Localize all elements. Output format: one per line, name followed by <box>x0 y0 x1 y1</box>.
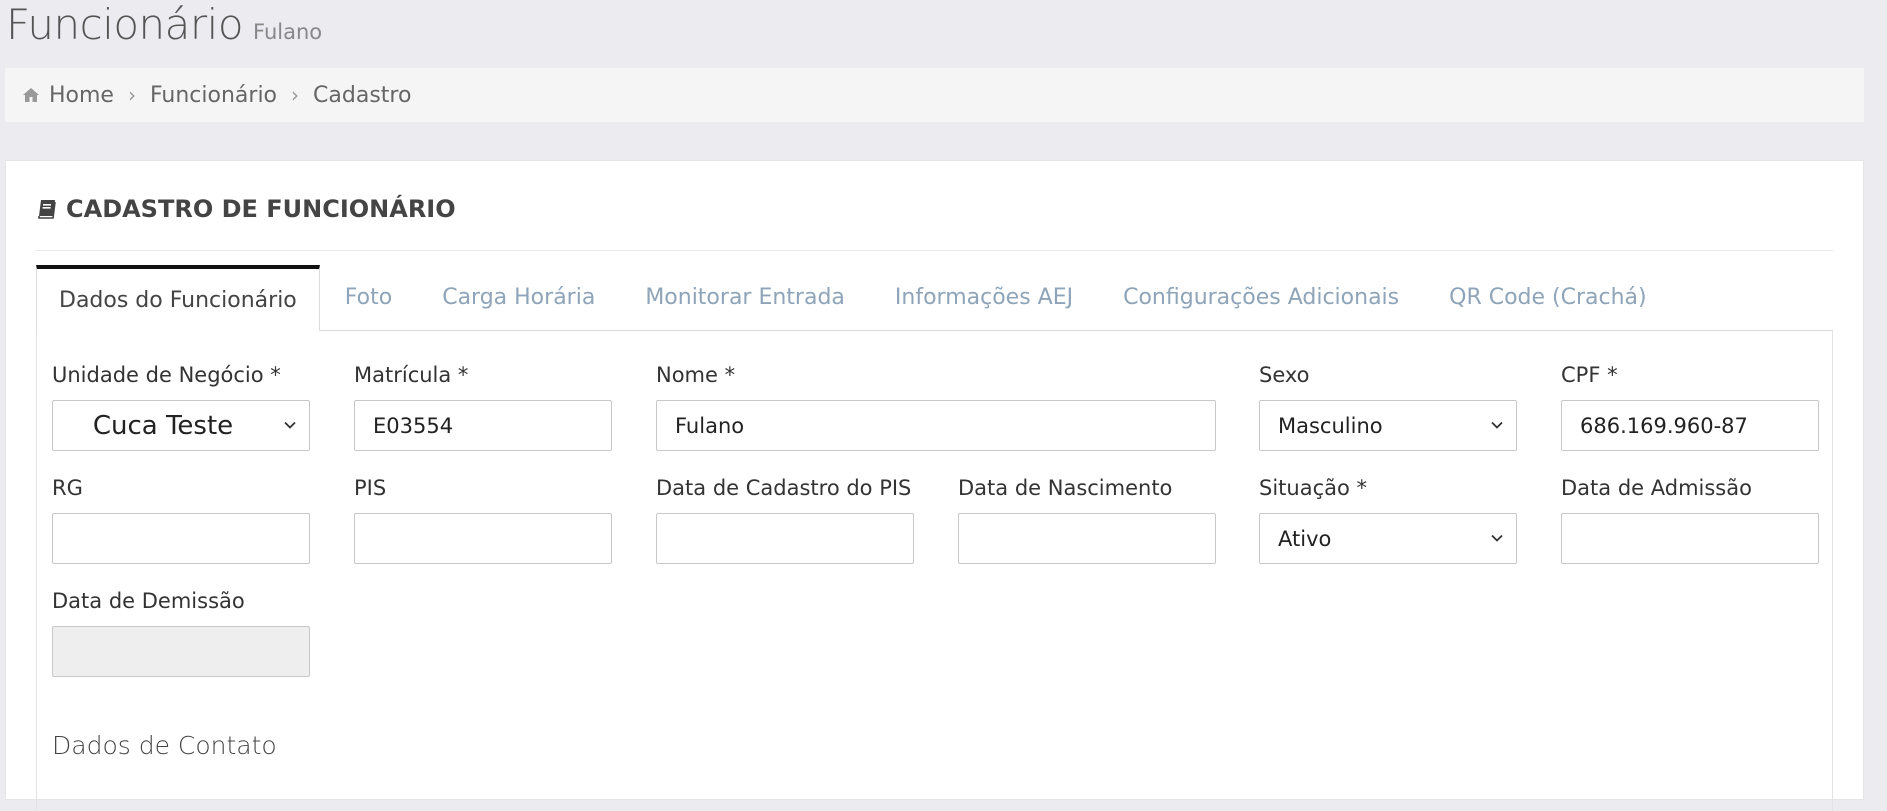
breadcrumb-home[interactable]: Home <box>49 83 114 108</box>
breadcrumb: Home › Funcionário › Cadastro <box>5 68 1864 122</box>
panel-title: CADASTRO DE FUNCIONÁRIO <box>36 195 456 223</box>
unidade-label: Unidade de Negócio * <box>52 363 281 387</box>
tab-carga-horaria[interactable]: Carga Horária <box>417 265 620 330</box>
sexo-select[interactable]: Masculino <box>1259 400 1517 451</box>
panel-title-text: CADASTRO DE FUNCIONÁRIO <box>66 195 456 223</box>
field-rg: RG <box>52 473 310 564</box>
chevron-down-icon <box>1491 534 1503 542</box>
home-icon <box>23 88 39 102</box>
pis-label: PIS <box>354 476 387 500</box>
nome-input[interactable]: Fulano <box>656 400 1216 451</box>
tab-monitorar-entrada[interactable]: Monitorar Entrada <box>620 265 870 330</box>
tab-informacoes-aej[interactable]: Informações AEJ <box>870 265 1098 330</box>
field-data-admissao: Data de Admissão <box>1561 473 1819 564</box>
situacao-value: Ativo <box>1278 526 1332 551</box>
chevron-down-icon <box>284 421 296 429</box>
field-matricula: Matrícula * E03554 <box>354 360 612 451</box>
data-admissao-label: Data de Admissão <box>1561 476 1752 500</box>
pis-input[interactable] <box>354 513 612 564</box>
sexo-label: Sexo <box>1259 363 1310 387</box>
field-data-nascimento: Data de Nascimento <box>958 473 1216 564</box>
data-cadastro-pis-label: Data de Cadastro do PIS <box>656 476 912 500</box>
data-admissao-input[interactable] <box>1561 513 1819 564</box>
book-icon <box>38 200 56 219</box>
data-cadastro-pis-input[interactable] <box>656 513 914 564</box>
field-data-demissao: Data de Demissão <box>52 586 310 677</box>
tab-qr-code[interactable]: QR Code (Crachá) <box>1424 265 1671 330</box>
panel-divider <box>36 250 1833 251</box>
cpf-input[interactable]: 686.169.960-87 <box>1561 400 1819 451</box>
tab-foto[interactable]: Foto <box>320 265 417 330</box>
cpf-label: CPF * <box>1561 363 1618 387</box>
page-title: Funcionário <box>6 0 244 49</box>
rg-input[interactable] <box>52 513 310 564</box>
field-nome: Nome * Fulano <box>656 360 1216 451</box>
field-situacao: Situação * Ativo <box>1259 473 1517 564</box>
situacao-select[interactable]: Ativo <box>1259 513 1517 564</box>
data-demissao-label: Data de Demissão <box>52 589 245 613</box>
sexo-value: Masculino <box>1278 413 1383 438</box>
matricula-input[interactable]: E03554 <box>354 400 612 451</box>
unidade-select[interactable]: Cuca Teste <box>52 400 310 451</box>
field-unidade: Unidade de Negócio * Cuca Teste <box>52 360 310 451</box>
section-title-contato: Dados de Contato <box>52 731 277 760</box>
breadcrumb-separator: › <box>291 83 300 107</box>
data-nascimento-label: Data de Nascimento <box>958 476 1173 500</box>
matricula-label: Matrícula * <box>354 363 469 387</box>
field-data-cadastro-pis: Data de Cadastro do PIS <box>656 473 914 564</box>
breadcrumb-separator: › <box>127 83 136 107</box>
breadcrumb-cadastro: Cadastro <box>313 82 412 108</box>
page-subtitle: Fulano <box>253 20 323 44</box>
form-panel: CADASTRO DE FUNCIONÁRIO Dados do Funcion… <box>5 160 1864 811</box>
unidade-value: Cuca Teste <box>92 410 234 441</box>
tab-dados-funcionario[interactable]: Dados do Funcionário <box>36 265 320 331</box>
situacao-label: Situação * <box>1259 476 1368 500</box>
data-nascimento-input[interactable] <box>958 513 1216 564</box>
breadcrumb-funcionario[interactable]: Funcionário <box>150 83 277 108</box>
data-demissao-input <box>52 626 310 677</box>
tab-configuracoes-adicionais[interactable]: Configurações Adicionais <box>1098 265 1424 330</box>
tab-bar: Dados do Funcionário Foto Carga Horária … <box>36 265 1833 331</box>
chevron-down-icon <box>1491 421 1503 429</box>
field-sexo: Sexo Masculino <box>1259 360 1517 451</box>
page-header: Funcionário Fulano <box>6 0 322 62</box>
rg-label: RG <box>52 476 83 500</box>
field-cpf: CPF * 686.169.960-87 <box>1561 360 1819 451</box>
nome-label: Nome * <box>656 363 736 387</box>
field-pis: PIS <box>354 473 612 564</box>
